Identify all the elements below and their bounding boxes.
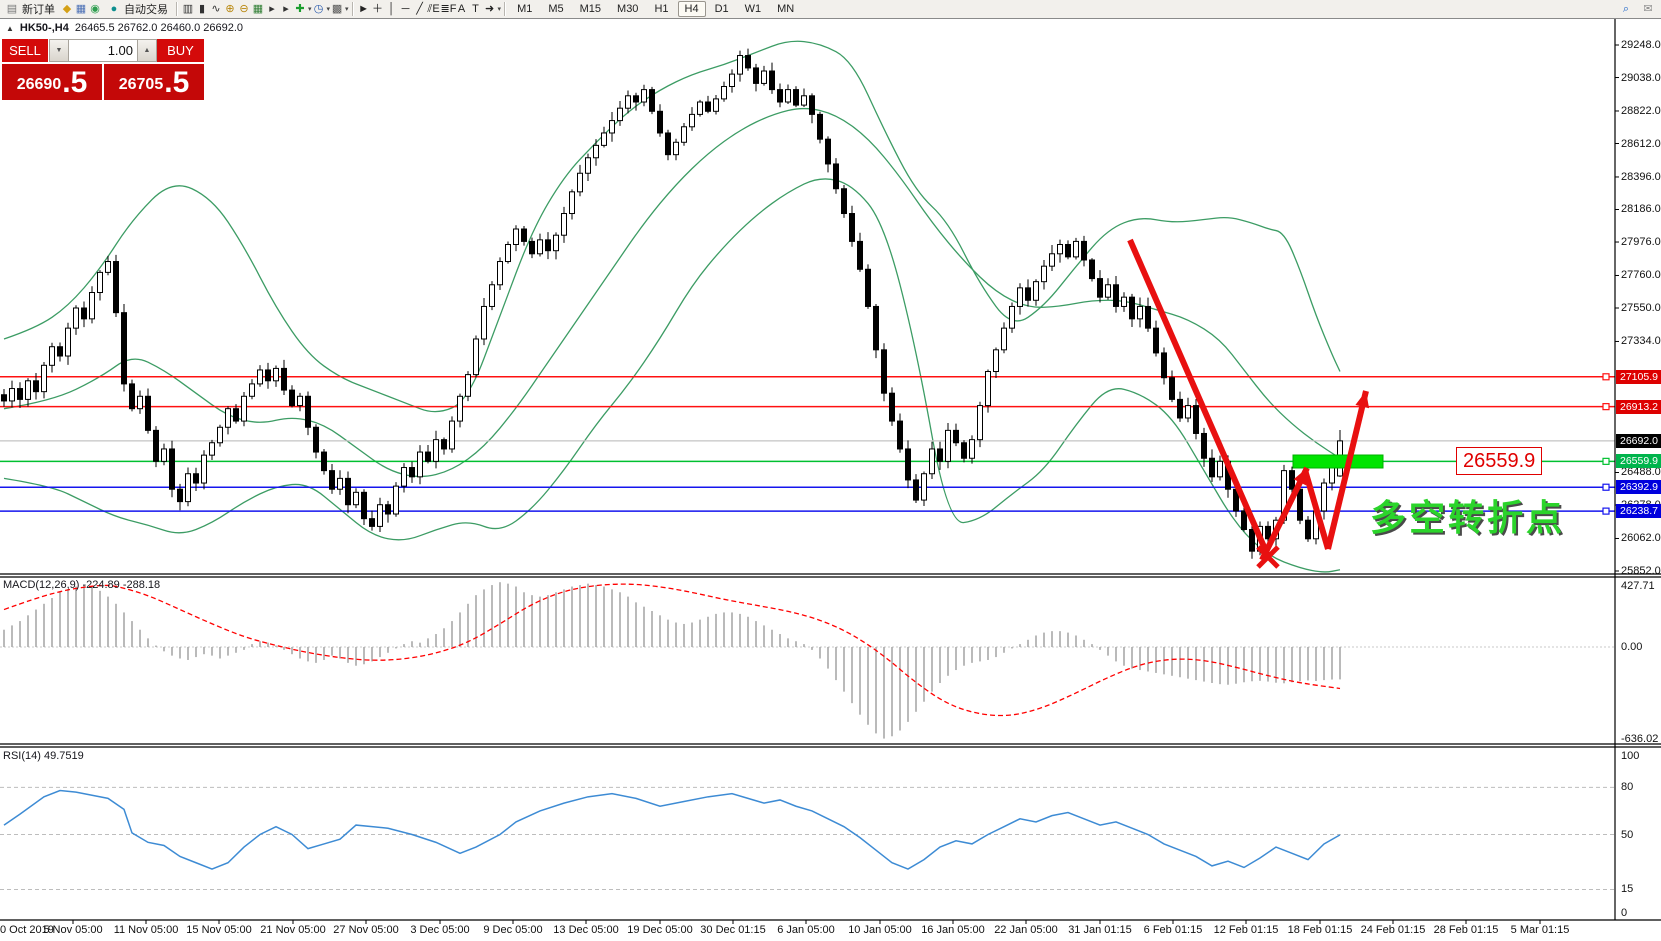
trend-arrow-line — [1130, 240, 1268, 556]
time-axis-label: 21 Nov 05:00 — [260, 924, 325, 936]
time-axis-label: 28 Feb 01:15 — [1434, 924, 1499, 936]
macd-axis-label: -636.02 — [1621, 733, 1661, 746]
sell-button[interactable]: SELL — [2, 39, 49, 62]
volume-value: 1.00 — [108, 43, 133, 58]
candles-layer — [2, 49, 1343, 559]
time-axis-label: 6 Jan 05:00 — [777, 924, 835, 936]
price-tag-label: 26559.9 — [1616, 454, 1661, 468]
buy-price-button[interactable]: 26705 .5 — [104, 64, 204, 100]
price-tick-label: 26062.0 — [1621, 532, 1661, 545]
sell-price-main: 26690 — [17, 72, 62, 98]
price-tag-label: 26692.0 — [1616, 434, 1661, 448]
price-tick-label: 27550.0 — [1621, 302, 1661, 315]
time-axis-label: 30 Dec 01:15 — [700, 924, 765, 936]
rsi-axis-label: 0 — [1621, 907, 1661, 920]
time-axis-label: 27 Nov 05:00 — [333, 924, 398, 936]
support-zone-rect — [1293, 455, 1383, 468]
price-tick-label: 28186.0 — [1621, 203, 1661, 216]
time-axis-label: 5 Nov 05:00 — [43, 924, 102, 936]
time-axis-label: 15 Nov 05:00 — [186, 924, 251, 936]
buy-price-pips: .5 — [164, 68, 189, 98]
price-tick-label: 28612.0 — [1621, 138, 1661, 151]
time-axis-label: 18 Feb 01:15 — [1288, 924, 1353, 936]
one-click-trading-panel: SELL ▼ 1.00 ▲ BUY 26690 .5 26705 .5 — [2, 39, 204, 100]
macd-axis-label: 0.00 — [1621, 641, 1661, 654]
chart-title: ▲ HK50-,H4 26465.5 26762.0 26460.0 26692… — [6, 22, 243, 34]
sell-price-pips: .5 — [62, 68, 87, 98]
sell-label: SELL — [9, 43, 41, 58]
time-axis-label: 9 Dec 05:00 — [483, 924, 542, 936]
price-tick-label: 28396.0 — [1621, 171, 1661, 184]
price-tick-label: 25852.0 — [1621, 565, 1661, 578]
buy-label: BUY — [167, 43, 194, 58]
time-axis-label: 6 Feb 01:15 — [1144, 924, 1203, 936]
rsi-label: RSI(14) 49.7519 — [3, 750, 84, 762]
time-axis-label: 31 Jan 01:15 — [1068, 924, 1132, 936]
time-axis-label: 5 Mar 01:15 — [1511, 924, 1570, 936]
price-tick-label: 27334.0 — [1621, 335, 1661, 348]
volume-input[interactable]: 1.00 — [69, 39, 137, 62]
chart-canvas[interactable] — [0, 0, 1661, 941]
turning-point-note[interactable]: 多空转折点 — [1370, 489, 1565, 541]
buy-button[interactable]: BUY — [157, 39, 204, 62]
price-tick-label: 26488.0 — [1621, 466, 1661, 479]
symbol-dropdown-icon[interactable]: ▲ — [6, 24, 14, 33]
macd-pane — [0, 582, 1615, 738]
rsi-axis-label: 100 — [1621, 750, 1661, 763]
time-axis-label: 22 Jan 05:00 — [994, 924, 1058, 936]
time-axis-label: 24 Feb 01:15 — [1361, 924, 1426, 936]
price-tag-label: 26392.9 — [1616, 480, 1661, 494]
price-tick-label: 29248.0 — [1621, 39, 1661, 52]
time-axis-label: 3 Dec 05:00 — [410, 924, 469, 936]
time-axis-label: 16 Jan 05:00 — [921, 924, 985, 936]
price-tag-label: 26238.7 — [1616, 504, 1661, 518]
time-axis-label: 13 Dec 05:00 — [553, 924, 618, 936]
price-callout-box[interactable]: 26559.9 — [1456, 447, 1542, 475]
price-tick-label: 27976.0 — [1621, 236, 1661, 249]
rsi-axis-label: 80 — [1621, 781, 1661, 794]
ohlc-quote: 26465.5 26762.0 26460.0 26692.0 — [75, 22, 243, 34]
macd-label: MACD(12,26,9) -224.89 -288.18 — [3, 579, 160, 591]
rsi-axis-label: 50 — [1621, 829, 1661, 842]
price-tag-label: 26913.2 — [1616, 400, 1661, 414]
rsi-axis-label: 15 — [1621, 883, 1661, 896]
volume-up-button[interactable]: ▲ — [137, 39, 157, 62]
price-tag-label: 27105.9 — [1616, 370, 1661, 384]
time-axis-label: 12 Feb 01:15 — [1214, 924, 1279, 936]
time-axis-label: 19 Dec 05:00 — [627, 924, 692, 936]
sell-price-button[interactable]: 26690 .5 — [2, 64, 102, 100]
price-tick-label: 29038.0 — [1621, 72, 1661, 85]
time-axis-label: 10 Jan 05:00 — [848, 924, 912, 936]
symbol-period: HK50-,H4 — [20, 22, 69, 34]
price-tick-label: 28822.0 — [1621, 105, 1661, 118]
macd-axis-label: 427.71 — [1621, 580, 1661, 593]
price-tick-label: 27760.0 — [1621, 269, 1661, 282]
mt4-chart-window: ▤ 新订单 ◆▦◉ ● 自动交易 ▥▮∿⊕⊖▦▸▸✚▾◷▾▩▾ ►＋│─╱⫽E≣… — [0, 0, 1661, 941]
volume-down-button[interactable]: ▼ — [49, 39, 69, 62]
time-axis-label: 11 Nov 05:00 — [114, 924, 179, 936]
rsi-pane — [0, 787, 1615, 889]
annotation-shapes — [1130, 240, 1383, 567]
buy-price-main: 26705 — [119, 72, 164, 98]
